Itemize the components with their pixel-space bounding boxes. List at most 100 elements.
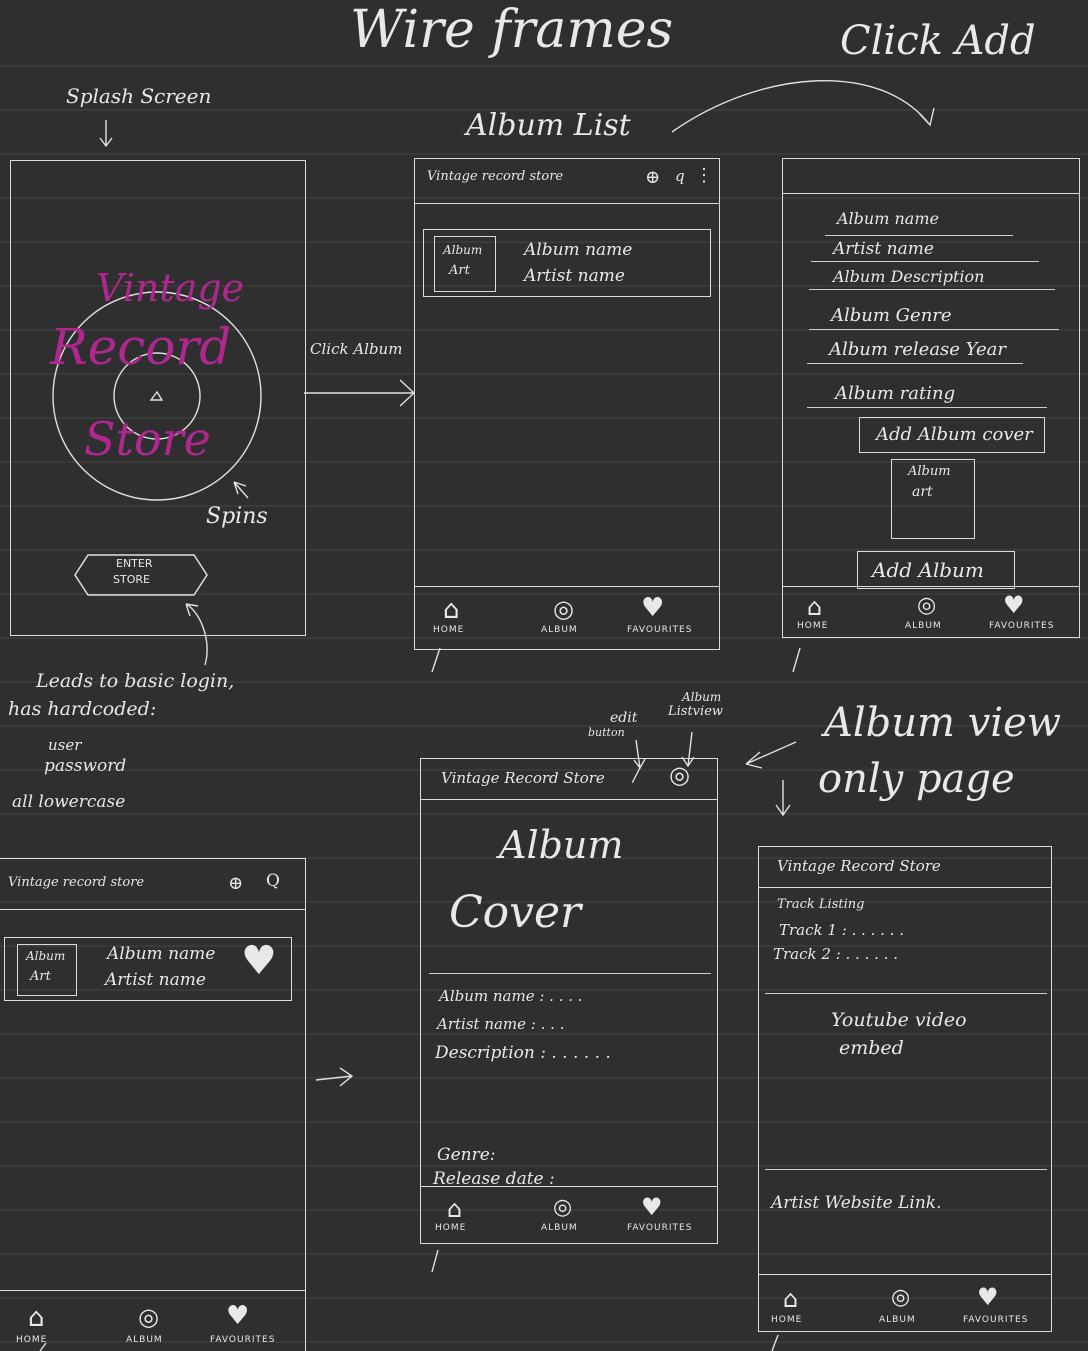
annot-list-2: Listview xyxy=(668,704,724,719)
add-album-frame: Album name Artist name Album Description… xyxy=(782,158,1080,638)
album-disc-icon: ◎ xyxy=(553,1195,574,1220)
heart-icon: ♥ xyxy=(977,1283,1000,1311)
home-icon: ⌂ xyxy=(28,1303,46,1333)
album-art-box: Album Art xyxy=(17,944,77,996)
artist-website-link[interactable]: Artist Website Link. xyxy=(771,1193,942,1213)
nav-home[interactable]: ⌂ HOME xyxy=(16,1303,48,1345)
nav-album-label: ALBUM xyxy=(541,625,578,635)
add-icon[interactable]: ⊕ xyxy=(228,873,243,894)
album-art-label-1: Album xyxy=(26,949,66,963)
logo-text-vintage: Vintage xyxy=(96,266,245,310)
nav-album-label: ALBUM xyxy=(126,1335,163,1345)
add-album-cover-button[interactable]: Add Album cover xyxy=(859,417,1045,453)
enter-store-line2: STORE xyxy=(113,573,150,586)
nav-album-label: ALBUM xyxy=(541,1223,578,1233)
nav-favourites[interactable]: ♥ FAVOURITES xyxy=(210,1301,275,1345)
nav-album[interactable]: ◎ ALBUM xyxy=(541,1195,578,1233)
nav-favourites[interactable]: ♥ FAVOURITES xyxy=(627,1193,693,1233)
home-icon: ⌂ xyxy=(447,1195,464,1223)
album-disc-icon: ◎ xyxy=(891,1285,912,1310)
nav-album[interactable]: ◎ ALBUM xyxy=(905,593,942,631)
field-album-genre[interactable]: Album Genre xyxy=(831,305,952,326)
album-list-label: Album List xyxy=(466,108,631,143)
field-album-rating[interactable]: Album rating xyxy=(835,383,955,404)
field-artist-name[interactable]: Artist name xyxy=(833,239,934,259)
home-icon: ⌂ xyxy=(783,1285,800,1313)
add-icon[interactable]: ⊕ xyxy=(645,167,660,188)
nav-album[interactable]: ◎ ALBUM xyxy=(541,595,578,635)
album-art-label-2: Art xyxy=(30,969,51,984)
album-list-item[interactable]: Album Art Album name Artist name ♥ xyxy=(4,937,292,1001)
nav-favourites-label: FAVOURITES xyxy=(627,625,693,635)
field-release-year[interactable]: Album release Year xyxy=(829,339,1006,360)
field-album-name[interactable]: Album name xyxy=(837,209,939,228)
nav-album[interactable]: ◎ ALBUM xyxy=(126,1303,163,1345)
album-disc-icon: ◎ xyxy=(138,1303,160,1331)
edit-pencil-icon[interactable]: / xyxy=(633,765,639,786)
heart-icon: ♥ xyxy=(1003,591,1026,619)
album-art-label-2: Art xyxy=(449,263,470,278)
preview-label-1: Album xyxy=(908,464,951,479)
home-icon: ⌂ xyxy=(807,593,824,621)
login-note-1: Leads to basic login, xyxy=(36,670,235,692)
album-art-box: Album Art xyxy=(434,236,496,292)
nav-home[interactable]: ⌂ HOME xyxy=(433,595,464,635)
track-1: Track 1 : . . . . . . xyxy=(779,921,904,939)
nav-album[interactable]: ◎ ALBUM xyxy=(879,1285,916,1325)
add-album-button[interactable]: Add Album xyxy=(857,551,1015,589)
favourite-heart-icon[interactable]: ♥ xyxy=(241,938,277,984)
annot-edit-1: edit xyxy=(610,710,638,726)
album-list-item[interactable]: Album Art Album name Artist name xyxy=(423,229,711,297)
heart-icon: ♥ xyxy=(641,593,666,623)
heart-icon: ♥ xyxy=(641,1193,664,1221)
track-2: Track 2 : . . . . . . xyxy=(773,945,898,963)
detail-genre: Genre: xyxy=(437,1145,496,1165)
nav-home-label: HOME xyxy=(16,1335,48,1345)
cover-text-1: Album xyxy=(499,823,624,867)
nav-home[interactable]: ⌂ HOME xyxy=(797,593,829,631)
add-cover-label: Add Album cover xyxy=(876,424,1033,445)
album-name: Album name xyxy=(107,944,216,964)
album-disc-icon: ◎ xyxy=(917,593,938,618)
nav-home[interactable]: ⌂ HOME xyxy=(435,1195,467,1233)
nav-home-label: HOME xyxy=(435,1223,467,1233)
nav-album-label: ALBUM xyxy=(879,1315,916,1325)
annot-edit-2: button xyxy=(588,726,625,739)
album-listview-icon[interactable]: ◎ xyxy=(669,761,690,789)
spins-label: Spins xyxy=(206,504,268,529)
nav-favourites-label: FAVOURITES xyxy=(627,1223,693,1233)
nav-favourites-label: FAVOURITES xyxy=(963,1315,1029,1325)
nav-favourites[interactable]: ♥ FAVOURITES xyxy=(963,1283,1029,1325)
app-header-title: Vintage record store xyxy=(8,875,145,890)
search-icon[interactable]: Q xyxy=(266,871,280,891)
login-note-4: password xyxy=(44,756,127,776)
album-view-label-1: Album view xyxy=(824,700,1061,746)
app-header-title: Vintage Record Store xyxy=(441,769,605,787)
album-view-2-frame: Vintage Record Store Track Listing Track… xyxy=(758,846,1052,1332)
nav-home[interactable]: ⌂ HOME xyxy=(771,1285,802,1325)
enter-store-line1: ENTER xyxy=(116,557,153,570)
field-album-description[interactable]: Album Description xyxy=(833,267,984,286)
add-album-label: Add Album xyxy=(872,558,984,582)
more-icon[interactable]: ⋮ xyxy=(695,165,713,186)
search-icon[interactable]: q xyxy=(675,167,685,185)
logo-text-store: Store xyxy=(84,412,211,466)
nav-favourites[interactable]: ♥ FAVOURITES xyxy=(989,591,1055,631)
youtube-embed-2[interactable]: embed xyxy=(839,1037,904,1059)
login-note-5: all lowercase xyxy=(12,792,126,812)
detail-artist-name: Artist name : . . . xyxy=(437,1015,565,1033)
album-name: Album name xyxy=(524,240,633,260)
nav-favourites-label: FAVOURITES xyxy=(989,621,1055,631)
album-art-preview: Album art xyxy=(891,459,975,539)
artist-name: Artist name xyxy=(524,266,625,286)
youtube-embed-1[interactable]: Youtube video xyxy=(831,1009,967,1031)
app-header-title: Vintage record store xyxy=(427,169,564,184)
album-list-frame: Vintage record store ⊕ q ⋮ Album Art Alb… xyxy=(414,158,720,650)
heart-icon: ♥ xyxy=(226,1301,251,1331)
login-note-2: has hardcoded: xyxy=(8,698,157,720)
home-icon: ⌂ xyxy=(443,595,461,625)
nav-album-label: ALBUM xyxy=(905,621,942,631)
nav-home-label: HOME xyxy=(797,621,829,631)
nav-favourites[interactable]: ♥ FAVOURITES xyxy=(627,593,693,635)
app-header-title: Vintage Record Store xyxy=(777,857,941,875)
